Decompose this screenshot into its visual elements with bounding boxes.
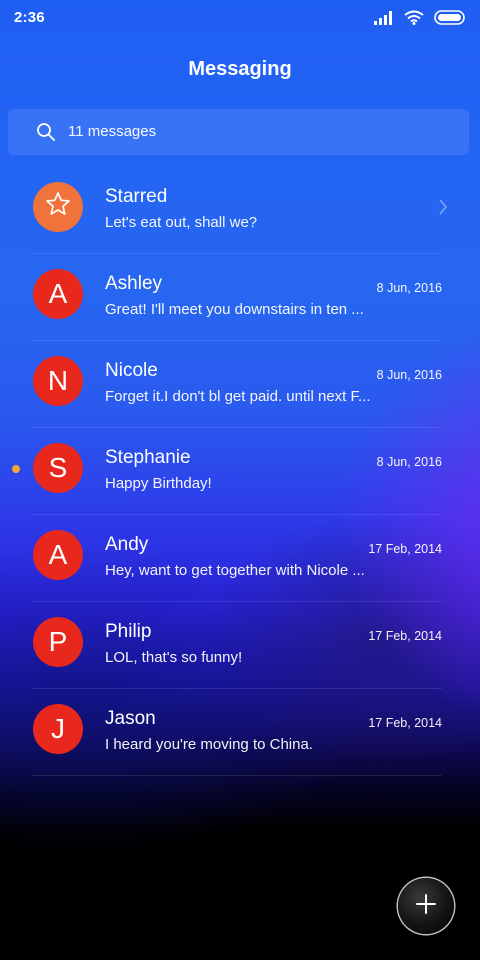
conversation-list: Starred Let's eat out, shall we? A Ashle… [0, 167, 480, 776]
unread-indicator [12, 465, 20, 473]
conversation-name: Philip [105, 621, 152, 642]
conversation-preview: I heard you're moving to China. [105, 736, 313, 753]
conversation-row-ashley[interactable]: A Ashley 8 Jun, 2016 Great! I'll meet yo… [0, 254, 480, 341]
conversation-row-philip[interactable]: P Philip 17 Feb, 2014 LOL, that's so fun… [0, 602, 480, 689]
conversation-date: 17 Feb, 2014 [368, 716, 442, 730]
starred-row[interactable]: Starred Let's eat out, shall we? [0, 167, 480, 254]
conversation-preview: Great! I'll meet you downstairs in ten .… [105, 301, 364, 318]
conversation-preview: Let's eat out, shall we? [105, 214, 258, 231]
conversation-date: 8 Jun, 2016 [376, 455, 442, 469]
messaging-screen: 2:36 Messaging 11 messages Starred Let's… [0, 0, 480, 960]
conversation-date: 8 Jun, 2016 [376, 281, 442, 295]
conversation-name: Jason [105, 708, 156, 729]
conversation-date: 17 Feb, 2014 [368, 542, 442, 556]
conversation-row-nicole[interactable]: N Nicole 8 Jun, 2016 Forget it.I don't b… [0, 341, 480, 428]
conversation-row-jason[interactable]: J Jason 17 Feb, 2014 I heard you're movi… [0, 689, 480, 776]
avatar: S [33, 443, 83, 493]
status-time: 2:36 [14, 9, 45, 26]
page-title: Messaging [188, 58, 292, 80]
conversation-name: Nicole [105, 360, 158, 381]
conversation-name: Starred [105, 186, 168, 207]
status-bar: 2:36 [0, 0, 480, 34]
status-icons [374, 9, 466, 26]
search-icon [36, 122, 56, 147]
avatar: J [33, 704, 83, 754]
conversation-preview: Forget it.I don't bl get paid. until nex… [105, 388, 371, 405]
conversation-row-stephanie[interactable]: S Stephanie 8 Jun, 2016 Happy Birthday! [0, 428, 480, 515]
conversation-row-andy[interactable]: A Andy 17 Feb, 2014 Hey, want to get tog… [0, 515, 480, 602]
new-message-button[interactable] [398, 878, 454, 934]
wifi-icon [404, 10, 424, 25]
conversation-name: Andy [105, 534, 149, 555]
avatar: P [33, 617, 83, 667]
conversation-name: Ashley [105, 273, 163, 294]
avatar: A [33, 269, 83, 319]
avatar: N [33, 356, 83, 406]
conversation-name: Stephanie [105, 447, 191, 468]
avatar: A [33, 530, 83, 580]
search-bar[interactable]: 11 messages [8, 109, 469, 155]
signal-icon [374, 10, 394, 25]
divider [32, 775, 442, 776]
chevron-right-icon [438, 199, 448, 220]
conversation-date: 8 Jun, 2016 [376, 368, 442, 382]
conversation-preview: Happy Birthday! [105, 475, 212, 492]
conversation-preview: LOL, that's so funny! [105, 649, 243, 666]
conversation-preview: Hey, want to get together with Nicole ..… [105, 562, 365, 579]
conversation-date: 17 Feb, 2014 [368, 629, 442, 643]
plus-icon [415, 893, 437, 920]
battery-icon [434, 10, 466, 25]
search-label: 11 messages [68, 123, 157, 140]
starred-avatar [33, 182, 83, 232]
star-icon [45, 191, 71, 224]
